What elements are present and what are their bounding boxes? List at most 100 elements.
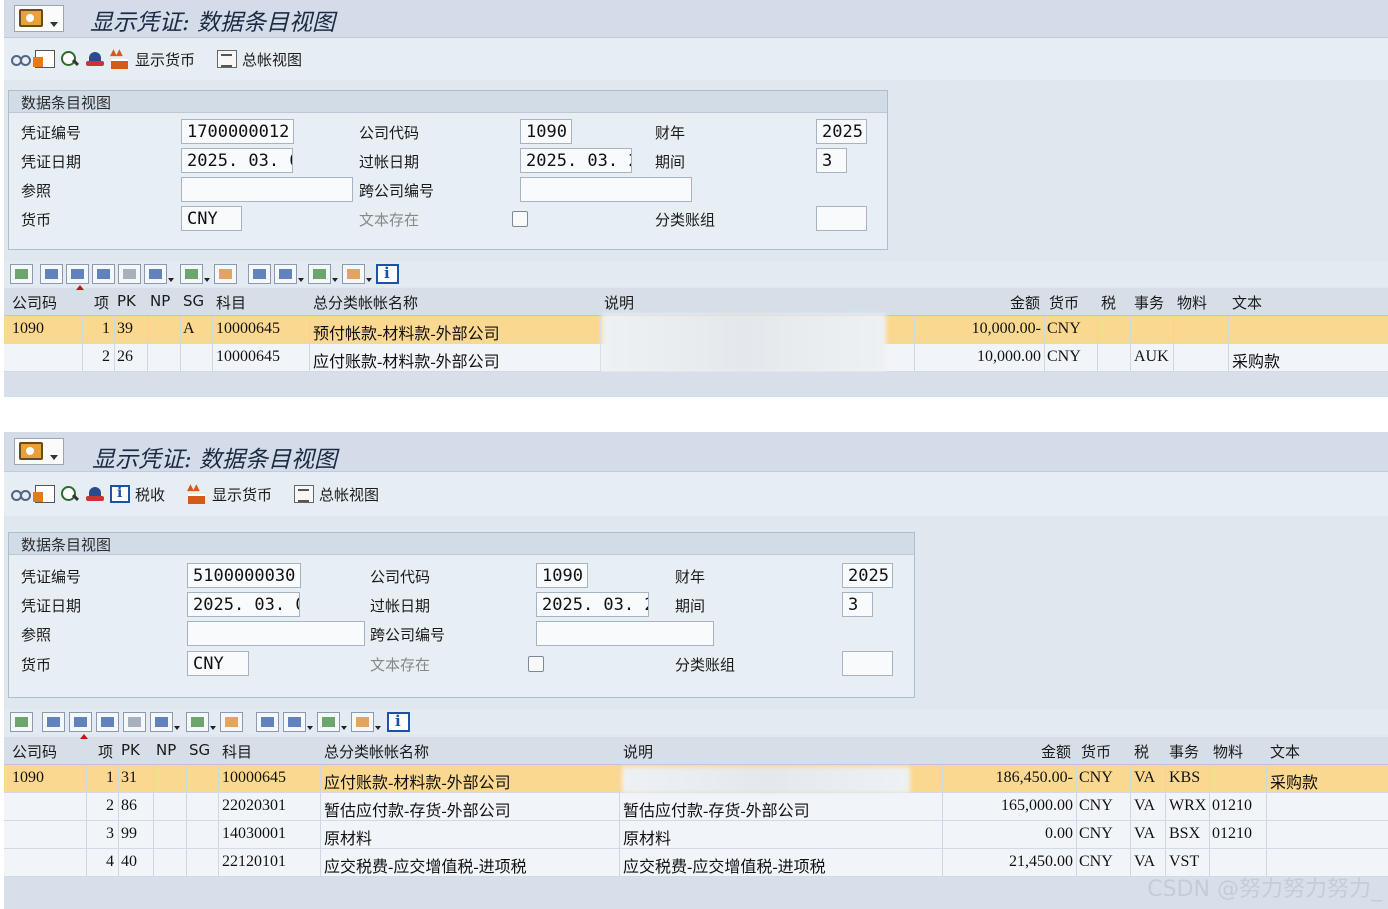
subtotal-icon[interactable] [220,712,243,732]
col-description[interactable]: 说明 [623,741,653,762]
sort-ascending-icon[interactable] [42,712,65,732]
ledger-group-field[interactable] [816,206,867,231]
col-cocode[interactable]: 公司码 [12,292,57,313]
col-np[interactable]: NP [150,292,170,310]
table-row[interactable]: 3 99 14030001 原材料 原材料 0.00 CNY VA BSX 01… [4,821,1388,849]
doc-date-field[interactable]: 2025. 03. 05 [187,592,300,617]
tax-button[interactable]: 税收 [135,484,165,505]
cross-company-field[interactable] [536,621,714,646]
table-row[interactable]: 2 86 22020301 暂估应付款-存货-外部公司 暂估应付款-存货-外部公… [4,793,1388,821]
details-icon[interactable] [10,712,33,732]
subtotal-icon[interactable] [214,264,237,284]
display-currency-icon[interactable] [110,48,130,69]
display-currency-button[interactable]: 显示货币 [135,49,195,70]
doc-no-field[interactable]: 5100000030 [187,563,301,588]
col-transaction[interactable]: 事务 [1169,741,1199,762]
display-currency-button[interactable]: 显示货币 [212,484,272,505]
document-header-icon[interactable] [33,485,55,503]
col-material[interactable]: 物料 [1213,741,1243,762]
company-code-field[interactable]: 1090 [536,563,588,588]
hat-icon[interactable] [85,50,105,68]
sort-ascending-icon[interactable] [40,264,63,284]
search-icon[interactable] [60,485,80,503]
col-tax[interactable]: 税 [1134,741,1149,762]
posting-date-field[interactable]: 2025. 03. 21 [536,592,649,617]
gl-view-icon[interactable] [294,485,315,503]
display-currency-icon[interactable] [187,483,207,504]
col-gl-name[interactable]: 总分类帐帐名称 [324,741,429,762]
col-cocode[interactable]: 公司码 [12,741,57,762]
col-tax[interactable]: 税 [1101,292,1116,313]
sum-icon[interactable] [186,712,209,732]
col-account[interactable]: 科目 [222,741,252,762]
find-icon[interactable] [96,712,119,732]
doc-no-field[interactable]: 1700000012 [181,119,294,144]
col-pk[interactable]: PK [121,741,140,759]
col-transaction[interactable]: 事务 [1134,292,1164,313]
col-account[interactable]: 科目 [216,292,246,313]
currency-field[interactable]: CNY [181,206,242,231]
details-icon[interactable] [10,264,33,284]
hat-icon[interactable] [85,485,105,503]
sort-descending-icon[interactable] [66,264,89,284]
info-icon[interactable] [376,264,399,284]
reference-field[interactable] [187,621,365,646]
text-exists-checkbox[interactable] [512,211,528,227]
posting-date-field[interactable]: 2025. 03. 21 [520,148,632,173]
col-amount[interactable]: 金额 [1041,741,1071,762]
fiscal-year-field[interactable]: 2025 [816,119,867,144]
cross-company-field[interactable] [520,177,692,202]
sum-icon[interactable] [180,264,203,284]
find-next-icon[interactable] [123,712,146,732]
col-sg[interactable]: SG [183,292,204,310]
reference-field[interactable] [181,177,353,202]
col-description[interactable]: 说明 [604,292,634,313]
views-icon[interactable] [274,264,297,284]
find-next-icon[interactable] [118,264,141,284]
info-icon[interactable] [387,712,410,732]
export-icon[interactable] [317,712,340,732]
print-icon[interactable] [256,712,279,732]
col-sg[interactable]: SG [189,741,210,759]
views-icon[interactable] [283,712,306,732]
sort-descending-icon[interactable] [69,712,92,732]
layout-icon[interactable] [342,264,365,284]
col-gl-name[interactable]: 总分类帐帐名称 [313,292,418,313]
cell-account: 10000645 [216,348,280,365]
tax-info-icon[interactable] [110,485,130,503]
period-field[interactable]: 3 [842,592,873,617]
document-header-icon[interactable] [33,50,55,68]
gl-view-button[interactable]: 总帐视图 [319,484,379,505]
col-currency[interactable]: 货币 [1049,292,1079,313]
gl-view-icon[interactable] [217,50,238,68]
display-change-icon[interactable] [10,50,31,68]
filter-icon[interactable] [144,264,167,284]
print-icon[interactable] [248,264,271,284]
currency-field[interactable]: CNY [187,651,249,676]
export-icon[interactable] [308,264,331,284]
search-icon[interactable] [60,50,80,68]
grid-toolbar [4,261,1388,287]
col-np[interactable]: NP [156,741,176,759]
col-material[interactable]: 物料 [1177,292,1207,313]
company-code-field[interactable]: 1090 [520,119,572,144]
find-icon[interactable] [92,264,115,284]
period-field[interactable]: 3 [816,148,847,173]
fiscal-year-field[interactable]: 2025 [842,563,893,588]
col-currency[interactable]: 货币 [1081,741,1111,762]
text-exists-checkbox[interactable] [528,656,544,672]
filter-icon[interactable] [150,712,173,732]
doc-date-field[interactable]: 2025. 03. 05 [181,148,293,173]
col-item[interactable]: 项 [98,741,113,762]
gl-view-button[interactable]: 总帐视图 [242,49,302,70]
col-amount[interactable]: 金额 [1010,292,1040,313]
menu-icon[interactable] [14,5,64,32]
col-pk[interactable]: PK [117,292,136,310]
col-text[interactable]: 文本 [1270,741,1300,762]
layout-icon[interactable] [351,712,374,732]
display-change-icon[interactable] [10,485,31,503]
menu-icon[interactable] [14,438,64,465]
ledger-group-field[interactable] [842,651,893,676]
col-text[interactable]: 文本 [1232,292,1262,313]
col-item[interactable]: 项 [94,292,109,313]
